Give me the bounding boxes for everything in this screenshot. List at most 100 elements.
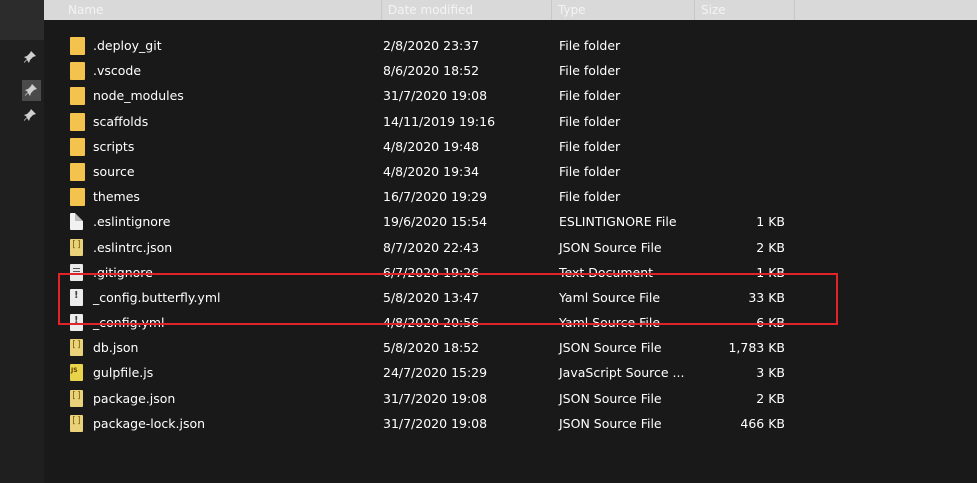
file-type: File folder <box>559 163 621 179</box>
file-name: .vscode <box>93 63 142 79</box>
file-type: Yaml Source File <box>559 315 661 331</box>
file-date-modified: 8/6/2020 18:52 <box>383 63 480 79</box>
file-row[interactable]: .eslintrc.json 8/7/2020 22:43 JSON Source … <box>44 235 977 260</box>
file-name: gulpfile.js <box>93 365 154 381</box>
yaml-file-icon <box>70 288 83 306</box>
file-row[interactable]: .gitignore 6/7/2020 19:26 Text Document 1 K… <box>44 260 977 285</box>
file-date-modified: 16/7/2020 19:29 <box>383 189 488 205</box>
file-size <box>704 33 785 58</box>
file-row[interactable]: package.json 31/7/2020 19:08 JSON Source F… <box>44 386 977 411</box>
file-date-modified: 31/7/2020 19:08 <box>383 390 488 406</box>
file-row[interactable]: .vscode 8/6/2020 18:52 File folder <box>44 58 977 83</box>
file-row[interactable]: scaffolds 14/11/2019 19:16 File folder <box>44 109 977 134</box>
file-date-modified: 6/7/2020 19:26 <box>383 264 480 280</box>
pin-icon[interactable] <box>22 80 41 101</box>
file-date-modified: 5/8/2020 13:47 <box>383 289 480 305</box>
file-name: .eslintrc.json <box>93 239 173 255</box>
column-header-type[interactable]: Type <box>552 0 695 20</box>
folder-icon <box>70 87 85 106</box>
file-size: 466 KB <box>740 415 785 431</box>
folder-icon <box>70 37 85 55</box>
file-row[interactable]: gulpfile.js 24/7/2020 15:29 JavaScript Sou… <box>44 360 977 385</box>
folder-icon <box>70 188 85 207</box>
file-name: db.json <box>93 340 139 356</box>
file-row[interactable]: source 4/8/2020 19:34 File folder <box>44 159 977 184</box>
file-name: themes <box>93 189 140 205</box>
file-date-modified: 31/7/2020 19:08 <box>383 415 488 431</box>
folder-icon <box>70 112 85 131</box>
navigation-pane <box>0 0 44 483</box>
file-size <box>704 134 785 159</box>
text-file-icon <box>70 263 83 281</box>
file-type: File folder <box>559 88 621 104</box>
file-name: source <box>93 163 135 179</box>
file-type: JavaScript Source ... <box>559 365 685 381</box>
file-type: File folder <box>559 113 621 129</box>
json-file-icon <box>70 238 83 256</box>
file-row[interactable]: node_modules 31/7/2020 19:08 File folder <box>44 83 977 108</box>
file-name: scripts <box>93 138 135 154</box>
file-size: 33 KB <box>748 289 785 305</box>
file-name: package-lock.json <box>93 415 206 431</box>
file-size <box>704 83 785 108</box>
file-row[interactable]: scripts 4/8/2020 19:48 File folder <box>44 134 977 159</box>
file-size: 2 KB <box>756 390 785 406</box>
file-date-modified: 4/8/2020 19:48 <box>383 138 480 154</box>
file-size: 3 KB <box>756 365 785 381</box>
nav-header <box>0 0 44 40</box>
file-row[interactable]: .eslintignore 19/6/2020 15:54 ESLINTIGNORE… <box>44 209 977 234</box>
file-row[interactable]: .deploy_git 2/8/2020 23:37 File folder <box>44 33 977 58</box>
pin-icon[interactable] <box>23 50 37 64</box>
file-type: JSON Source File <box>559 390 662 406</box>
file-name: .deploy_git <box>93 38 162 53</box>
file-size: 2 KB <box>756 239 785 255</box>
file-type: JSON Source File <box>559 340 662 356</box>
file-type: File folder <box>559 63 621 79</box>
folder-icon <box>70 62 85 81</box>
file-date-modified: 19/6/2020 15:54 <box>383 214 488 230</box>
file-size: 6 KB <box>756 315 785 331</box>
file-row[interactable]: _config.butterfly.yml 5/8/2020 13:47 Yaml … <box>44 285 977 310</box>
file-type: File folder <box>559 138 621 154</box>
file-date-modified: 2/8/2020 23:37 <box>383 38 480 53</box>
file-row[interactable]: package-lock.json 31/7/2020 19:08 JSON Sou… <box>44 411 977 436</box>
file-type: Yaml Source File <box>559 289 661 305</box>
yaml-file-icon <box>70 314 83 332</box>
file-size: 1,783 KB <box>728 340 785 356</box>
folder-icon <box>70 137 85 156</box>
column-header-bar: Name Date modified Type Size <box>44 0 977 20</box>
folder-icon <box>70 162 85 181</box>
file-row[interactable]: db.json 5/8/2020 18:52 JSON Source File 1,7… <box>44 335 977 360</box>
file-date-modified: 14/11/2019 19:16 <box>383 113 496 129</box>
file-type: ESLINTIGNORE File <box>559 214 677 230</box>
file-name: scaffolds <box>93 113 149 129</box>
json-file-icon <box>70 339 83 357</box>
file-date-modified: 5/8/2020 18:52 <box>383 340 480 356</box>
column-header-size[interactable]: Size <box>695 0 795 20</box>
file-type: File folder <box>559 38 621 53</box>
file-row[interactable]: themes 16/7/2020 19:29 File folder <box>44 184 977 209</box>
file-list: .deploy_git 2/8/2020 23:37 File folder .vsc… <box>44 33 977 436</box>
file-type: JSON Source File <box>559 239 662 255</box>
file-type: Text Document <box>559 264 654 280</box>
file-type: JSON Source File <box>559 415 662 431</box>
file-name: node_modules <box>93 88 184 104</box>
file-icon <box>70 213 83 231</box>
file-row[interactable]: _config.yml 4/8/2020 20:56 Yaml Source Fil… <box>44 310 977 335</box>
file-date-modified: 24/7/2020 15:29 <box>383 365 488 381</box>
column-header-name[interactable]: Name <box>62 0 382 20</box>
pin-icon[interactable] <box>23 108 37 122</box>
json-file-icon <box>70 414 83 432</box>
javascript-file-icon <box>70 364 83 382</box>
file-type: File folder <box>559 189 621 205</box>
file-date-modified: 31/7/2020 19:08 <box>383 88 488 104</box>
file-name: .gitignore <box>93 264 153 280</box>
column-header-date-modified[interactable]: Date modified <box>382 0 552 20</box>
file-size <box>704 58 785 83</box>
file-name: _config.yml <box>93 315 165 331</box>
file-date-modified: 8/7/2020 22:43 <box>383 239 480 255</box>
file-size: 1 KB <box>756 264 785 280</box>
file-size <box>704 159 785 184</box>
file-name: package.json <box>93 390 176 406</box>
file-date-modified: 4/8/2020 19:34 <box>383 163 480 179</box>
